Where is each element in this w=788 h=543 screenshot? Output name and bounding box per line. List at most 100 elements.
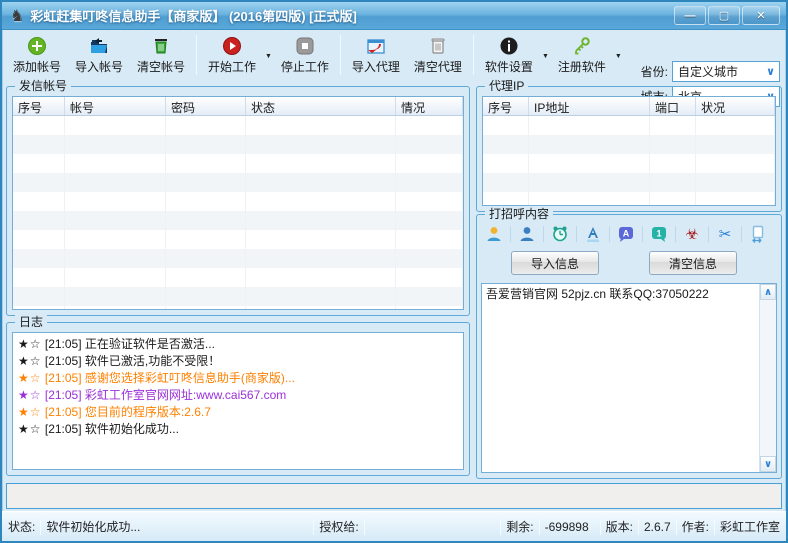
folder-import-icon	[89, 36, 109, 56]
greeting-icon-toolbar: A 1 ☣ ✂	[484, 223, 775, 245]
register-button[interactable]: 注册软件	[551, 33, 613, 77]
register-label: 注册软件	[558, 58, 606, 75]
biohazard-icon[interactable]: ☣	[682, 224, 702, 244]
badge-1-icon[interactable]: 1	[649, 224, 669, 244]
star-icons: ★☆	[18, 422, 42, 436]
proxy-import-icon	[366, 36, 386, 56]
progress-bar	[6, 483, 782, 509]
log-text: 软件初始化成功...	[85, 422, 179, 436]
import-accounts-label: 导入帐号	[75, 58, 123, 75]
stop-icon	[295, 36, 315, 56]
accounts-table: 序号 帐号 密码 状态 情况	[12, 96, 464, 310]
log-text: 感谢您选择彩虹叮咚信息助手(商家版)...	[85, 371, 295, 385]
start-work-dropdown-arrow[interactable]: ▼	[265, 51, 272, 60]
proxy-groupbox: 代理IP 序号 IP地址 端口 状况	[476, 86, 782, 212]
copy-doc-icon[interactable]	[748, 224, 768, 244]
alarm-clock-icon[interactable]	[550, 224, 570, 244]
log-entry: ★☆ [21:05] 软件初始化成功...	[18, 421, 458, 438]
scroll-up-icon[interactable]: ∧	[760, 284, 776, 300]
window-title: 彩虹赶集叮咚信息助手【商家版】 (2016第四版) [正式版]	[30, 6, 356, 25]
star-icons: ★☆	[18, 337, 42, 351]
trash-gray-icon	[428, 36, 448, 56]
star-icons: ★☆	[18, 405, 42, 419]
svg-text:A: A	[623, 229, 630, 239]
accounts-group-title: 发信帐号	[15, 79, 71, 93]
greeting-groupbox: 打招呼内容	[476, 214, 782, 479]
minimize-button[interactable]: —	[674, 6, 706, 25]
scissors-icon[interactable]: ✂	[715, 224, 735, 244]
column-header[interactable]: IP地址	[529, 97, 650, 115]
clear-message-button[interactable]: 清空信息	[649, 251, 737, 275]
contact-person-icon[interactable]	[484, 224, 504, 244]
play-icon	[222, 36, 242, 56]
column-header[interactable]: 序号	[483, 97, 529, 115]
star-icons: ★☆	[18, 354, 42, 368]
column-header[interactable]: 端口	[650, 97, 696, 115]
log-group-title: 日志	[15, 315, 47, 329]
register-dropdown-arrow[interactable]: ▼	[615, 51, 622, 60]
star-icons: ★☆	[18, 371, 42, 385]
add-account-button[interactable]: 添加帐号	[6, 33, 68, 77]
close-button[interactable]: ✕	[742, 6, 780, 25]
scroll-down-icon[interactable]: ∨	[760, 456, 776, 472]
font-icon[interactable]	[583, 224, 603, 244]
province-select[interactable]: 自定义城市 ∨	[672, 61, 780, 82]
remaining-label: 剩余:	[506, 518, 533, 535]
version-label: 版本:	[606, 518, 633, 535]
log-text: 您目前的程序版本:2.6.7	[85, 405, 211, 419]
column-header[interactable]: 序号	[13, 97, 65, 115]
settings-button[interactable]: 软件设置	[478, 33, 540, 77]
titlebar[interactable]: ♞ 彩虹赶集叮咚信息助手【商家版】 (2016第四版) [正式版] — ▢ ✕	[2, 2, 786, 30]
province-value: 自定义城市	[678, 63, 738, 80]
column-header[interactable]: 状况	[696, 97, 775, 115]
column-header[interactable]: 情况	[396, 97, 463, 115]
key-icon	[572, 36, 592, 56]
proxy-group-title: 代理IP	[485, 79, 528, 93]
column-header[interactable]: 帐号	[65, 97, 166, 115]
badge-a-icon[interactable]: A	[616, 224, 636, 244]
accounts-table-body[interactable]	[13, 116, 463, 309]
import-proxy-label: 导入代理	[352, 58, 400, 75]
maximize-button[interactable]: ▢	[708, 6, 740, 25]
remaining-value: -699898	[545, 520, 595, 534]
settings-dropdown-arrow[interactable]: ▼	[542, 51, 549, 60]
clear-proxy-button[interactable]: 清空代理	[407, 33, 469, 77]
greeting-textarea[interactable]: 吾爱营销官网 52pjz.cn 联系QQ:37050222	[486, 286, 756, 470]
toolbar-separator	[196, 35, 197, 75]
import-message-button[interactable]: 导入信息	[511, 251, 599, 275]
log-text: 软件已激活,功能不受限！	[85, 354, 220, 368]
log-text: 正在验证软件是否激活...	[85, 337, 215, 351]
proxy-table-body[interactable]	[483, 116, 775, 205]
log-time: [21:05]	[45, 388, 82, 402]
status-label: 状态:	[8, 518, 35, 535]
user-icon[interactable]	[517, 224, 537, 244]
column-header[interactable]: 密码	[166, 97, 246, 115]
stop-work-label: 停止工作	[281, 58, 329, 75]
import-proxy-button[interactable]: 导入代理	[345, 33, 407, 77]
star-icons: ★☆	[18, 388, 42, 402]
log-time: [21:05]	[45, 337, 82, 351]
log-entry: ★☆ [21:05] 彩虹工作室官网网址:www.cai567.com	[18, 387, 458, 404]
import-accounts-button[interactable]: 导入帐号	[68, 33, 130, 77]
start-work-button[interactable]: 开始工作	[201, 33, 263, 77]
stop-work-button[interactable]: 停止工作	[274, 33, 336, 77]
clear-proxy-label: 清空代理	[414, 58, 462, 75]
greeting-scrollbar[interactable]: ∧ ∨	[759, 284, 776, 472]
accounts-table-header: 序号 帐号 密码 状态 情况	[13, 97, 463, 116]
log-list[interactable]: ★☆ [21:05] 正在验证软件是否激活... ★☆ [21:05] 软件已激…	[12, 332, 464, 470]
log-text: 彩虹工作室官网网址:www.cai567.com	[85, 388, 286, 402]
log-groupbox: 日志 ★☆ [21:05] 正在验证软件是否激活... ★☆ [21:05] 软…	[6, 322, 470, 476]
author-value: 彩虹工作室	[720, 518, 780, 535]
clear-accounts-button[interactable]: 清空帐号	[130, 33, 192, 77]
greeting-message-box: 吾爱营销官网 52pjz.cn 联系QQ:37050222 ∧ ∨	[481, 283, 777, 473]
log-time: [21:05]	[45, 422, 82, 436]
log-entry: ★☆ [21:05] 您目前的程序版本:2.6.7	[18, 404, 458, 421]
author-label: 作者:	[682, 518, 709, 535]
toolbar-separator	[340, 35, 341, 75]
svg-text:1: 1	[656, 229, 661, 239]
version-value: 2.6.7	[644, 520, 671, 534]
proxy-table-header: 序号 IP地址 端口 状况	[483, 97, 775, 116]
column-header[interactable]: 状态	[246, 97, 396, 115]
status-value: 软件初始化成功...	[46, 518, 308, 535]
status-bar: 状态: 软件初始化成功... 授权给: 剩余: -699898 版本: 2.6.…	[2, 511, 786, 541]
